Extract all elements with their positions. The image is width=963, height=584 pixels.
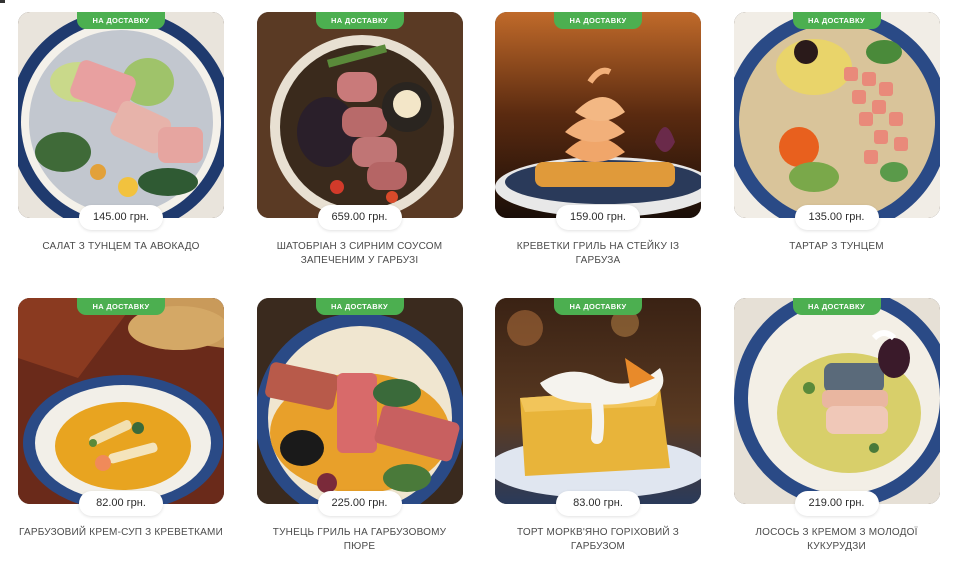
product-card[interactable]: НА ДОСТАВКУ 145.00 грн. САЛАТ З ТУНЦЕМ Т… (18, 12, 224, 298)
product-title[interactable]: ТУНЕЦЬ ГРИЛЬ НА ГАРБУЗОВОМУ ПЮРЕ (257, 526, 463, 554)
price-tag: 82.00 грн. (79, 491, 163, 516)
product-title[interactable]: ТАРТАР З ТУНЦЕМ (734, 240, 940, 254)
carrot-cake-image (495, 298, 701, 504)
product-card[interactable]: НА ДОСТАВКУ 159.00 грн. КРЕВЕТКИ ГРИЛЬ Н… (495, 12, 701, 298)
delivery-badge: НА ДОСТАВКУ (315, 12, 404, 29)
price-tag: 145.00 грн. (79, 205, 163, 230)
product-title[interactable]: КРЕВЕТКИ ГРИЛЬ НА СТЕЙКУ ІЗ ГАРБУЗА (495, 240, 701, 268)
price-tag: 225.00 грн. (317, 491, 402, 516)
product-title[interactable]: ГАРБУЗОВИЙ КРЕМ-СУП З КРЕВЕТКАМИ (18, 526, 224, 540)
grilled-tuna-image (256, 298, 463, 504)
product-grid: НА ДОСТАВКУ 145.00 грн. САЛАТ З ТУНЦЕМ Т… (18, 12, 945, 584)
product-card[interactable]: НА ДОСТАВКУ 225.00 грн. ТУНЕЦЬ ГРИЛЬ НА … (256, 298, 463, 584)
tuna-salad-image (18, 12, 224, 218)
product-photo[interactable] (256, 298, 463, 504)
chateaubriand-image (256, 12, 463, 218)
grilled-shrimp-image (495, 12, 701, 218)
product-photo[interactable] (18, 298, 224, 504)
delivery-badge: НА ДОСТАВКУ (77, 12, 165, 29)
pumpkin-soup-image (18, 298, 224, 504)
delivery-badge: НА ДОСТАВКУ (792, 298, 881, 315)
product-photo[interactable] (256, 12, 463, 218)
tuna-tartare-image (733, 12, 940, 218)
product-card[interactable]: НА ДОСТАВКУ 219.00 грн. ЛОСОСЬ З КРЕМОМ … (733, 298, 940, 584)
delivery-badge: НА ДОСТАВКУ (315, 298, 404, 315)
delivery-badge: НА ДОСТАВКУ (554, 298, 642, 315)
product-card[interactable]: НА ДОСТАВКУ 83.00 грн. ТОРТ МОРКВ'ЯНО ГО… (495, 298, 701, 584)
product-title[interactable]: ТОРТ МОРКВ'ЯНО ГОРІХОВИЙ З ГАРБУЗОМ (495, 526, 701, 554)
delivery-badge: НА ДОСТАВКУ (554, 12, 642, 29)
salmon-corn-image (733, 298, 940, 504)
product-card[interactable]: НА ДОСТАВКУ 659.00 грн. ШАТОБРІАН З СИРН… (256, 12, 463, 298)
product-card[interactable]: НА ДОСТАВКУ 82.00 грн. ГАРБУЗОВИЙ КРЕМ-С… (18, 298, 224, 584)
product-photo[interactable] (495, 12, 701, 218)
price-tag: 659.00 грн. (317, 205, 402, 230)
product-title[interactable]: САЛАТ З ТУНЦЕМ ТА АВОКАДО (18, 240, 224, 254)
product-photo[interactable] (18, 12, 224, 218)
delivery-badge: НА ДОСТАВКУ (792, 12, 881, 29)
cropped-heading-fragment (0, 0, 5, 3)
price-tag: 219.00 грн. (794, 491, 879, 516)
delivery-badge: НА ДОСТАВКУ (77, 298, 165, 315)
product-photo[interactable] (733, 12, 940, 218)
price-tag: 159.00 грн. (556, 205, 640, 230)
price-tag: 83.00 грн. (556, 491, 640, 516)
product-photo[interactable] (495, 298, 701, 504)
product-photo[interactable] (733, 298, 940, 504)
product-card[interactable]: НА ДОСТАВКУ 135.00 грн. ТАРТАР З ТУНЦЕМ (733, 12, 940, 298)
price-tag: 135.00 грн. (794, 205, 879, 230)
product-title[interactable]: ЛОСОСЬ З КРЕМОМ З МОЛОДОЇ КУКУРУДЗИ (734, 526, 940, 554)
product-title[interactable]: ШАТОБРІАН З СИРНИМ СОУСОМ ЗАПЕЧЕНИМ У ГА… (257, 240, 463, 268)
